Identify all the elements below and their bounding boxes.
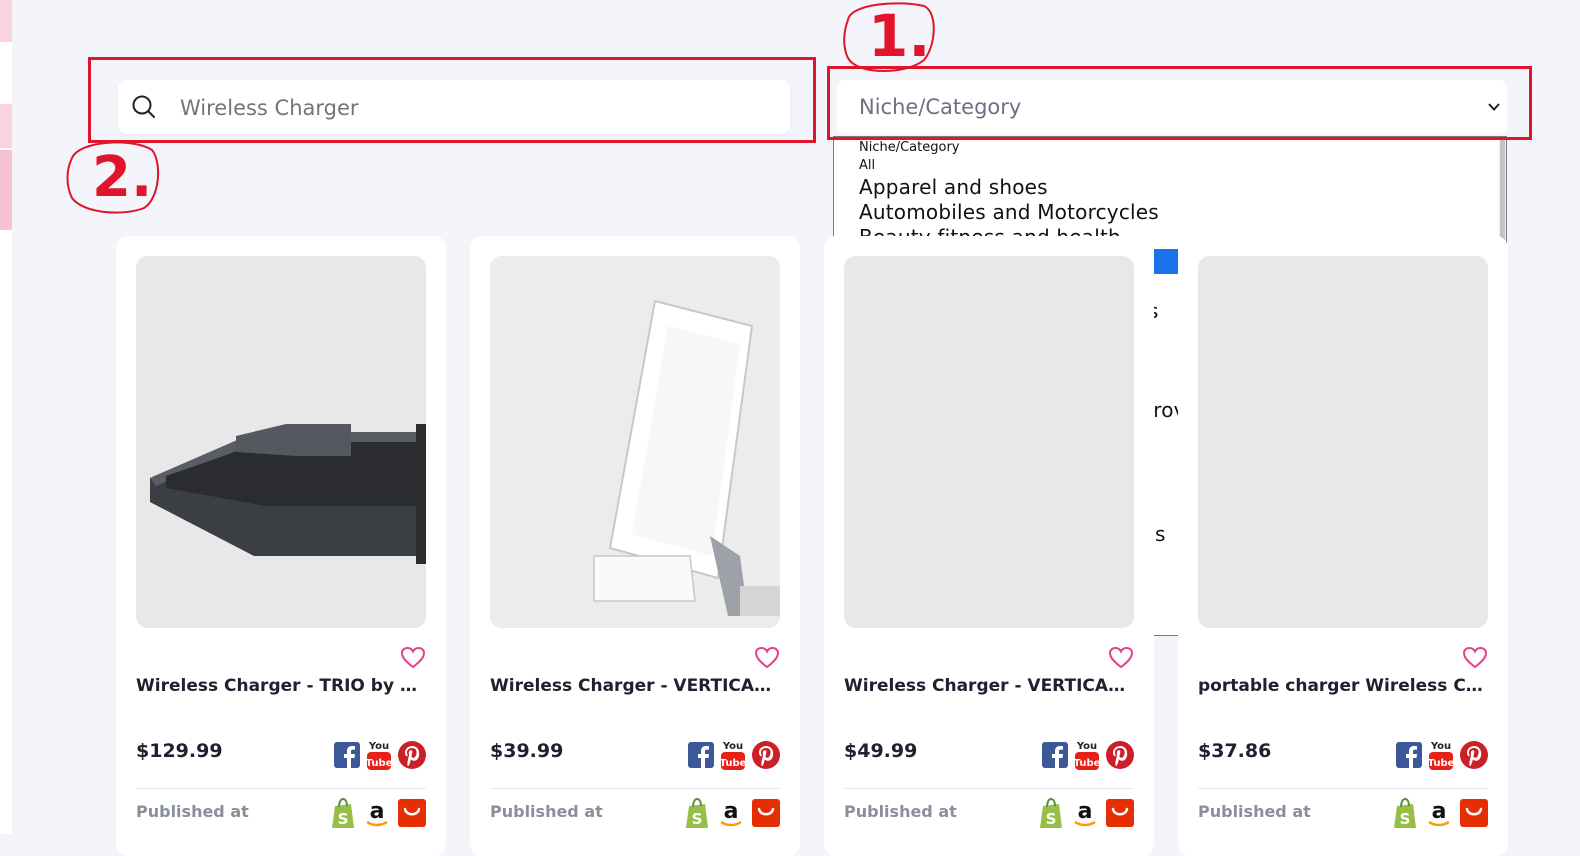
amazon-icon[interactable]: a [1426,798,1452,828]
category-option[interactable]: Apparel and shoes [834,175,1506,200]
svg-text:a: a [370,799,385,824]
pinterest-icon[interactable] [752,741,780,769]
social-links: You Tube [1396,738,1488,772]
product-image[interactable] [136,256,426,628]
pinterest-icon[interactable] [1106,741,1134,769]
shopify-icon[interactable]: S [1038,798,1064,828]
svg-text:Tube: Tube [1428,758,1454,769]
svg-text:S: S [1046,810,1057,828]
annotation-step-1: 1. [868,2,931,70]
published-label: Published at [490,802,603,821]
facebook-icon[interactable] [688,742,714,768]
aliexpress-icon[interactable] [398,799,426,827]
card-divider [490,788,780,789]
social-links: You Tube [688,738,780,772]
annotation-step-2: 2. [92,145,153,210]
amazon-icon[interactable]: a [1072,798,1098,828]
left-edge-strip [0,0,12,834]
svg-text:Tube: Tube [720,758,746,769]
heart-icon[interactable] [1108,646,1134,670]
svg-text:S: S [1400,810,1411,828]
svg-text:Tube: Tube [366,758,392,769]
svg-text:You: You [1430,741,1451,752]
youtube-icon[interactable]: You Tube [720,739,746,771]
store-links: S a [684,798,780,828]
facebook-icon[interactable] [1396,742,1422,768]
published-label: Published at [844,802,957,821]
shopify-icon[interactable]: S [330,798,356,828]
svg-text:S: S [692,810,703,828]
store-links: S a [1038,798,1134,828]
heart-icon[interactable] [1462,646,1488,670]
annotation-box-category [827,66,1532,140]
product-price: $39.99 [490,740,564,762]
facebook-icon[interactable] [1042,742,1068,768]
svg-text:You: You [1076,741,1097,752]
product-image-art [490,256,780,628]
social-links: You Tube [1042,738,1134,772]
product-card[interactable]: Wireless Charger - VERTICAL b... $39.99 … [470,236,800,856]
social-links: You Tube [334,738,426,772]
published-label: Published at [1198,802,1311,821]
svg-text:You: You [368,741,389,752]
left-edge-block [0,0,12,42]
category-option[interactable]: All [834,157,1506,175]
product-title[interactable]: Wireless Charger - VERTICAL b... [490,676,780,696]
category-option[interactable]: Niche/Category [834,139,1506,157]
store-links: S a [330,798,426,828]
product-card[interactable]: Wireless Charger - TRIO by Ra... $129.99… [116,236,446,856]
product-image-art [150,424,426,564]
store-links: S a [1392,798,1488,828]
heart-icon[interactable] [754,646,780,670]
shopify-icon[interactable]: S [684,798,710,828]
category-option[interactable]: Automobiles and Motorcycles [834,200,1506,225]
youtube-icon[interactable]: You Tube [366,739,392,771]
card-divider [844,788,1134,789]
shopify-icon[interactable]: S [1392,798,1418,828]
facebook-icon[interactable] [334,742,360,768]
product-price: $37.86 [1198,740,1272,762]
youtube-icon[interactable]: You Tube [1074,739,1100,771]
aliexpress-icon[interactable] [1106,799,1134,827]
amazon-icon[interactable]: a [718,798,744,828]
left-edge-block [0,104,12,148]
published-label: Published at [136,802,249,821]
product-image[interactable] [844,256,1134,628]
product-title[interactable]: Wireless Charger - TRIO by Ra... [136,676,426,696]
product-title[interactable]: portable charger Wireless Cha... [1198,676,1488,696]
aliexpress-icon[interactable] [752,799,780,827]
left-edge-block [0,150,12,230]
card-divider [136,788,426,789]
pinterest-icon[interactable] [1460,741,1488,769]
heart-icon[interactable] [400,646,426,670]
product-image[interactable] [1198,256,1488,628]
pinterest-icon[interactable] [398,741,426,769]
product-card[interactable]: Wireless Charger - VERTICAL D... $49.99 … [824,236,1154,856]
card-divider [1198,788,1488,789]
aliexpress-icon[interactable] [1460,799,1488,827]
svg-text:You: You [722,741,743,752]
amazon-icon[interactable]: a [364,798,390,828]
svg-text:Tube: Tube [1074,758,1100,769]
product-card[interactable]: portable charger Wireless Cha... $37.86 … [1178,236,1508,856]
product-image[interactable] [490,256,780,628]
product-title[interactable]: Wireless Charger - VERTICAL D... [844,676,1134,696]
svg-text:a: a [724,799,739,824]
svg-text:a: a [1432,799,1447,824]
svg-text:a: a [1078,799,1093,824]
product-price: $49.99 [844,740,918,762]
product-price: $129.99 [136,740,223,762]
youtube-icon[interactable]: You Tube [1428,739,1454,771]
annotation-box-search [88,57,816,143]
svg-text:S: S [338,810,349,828]
